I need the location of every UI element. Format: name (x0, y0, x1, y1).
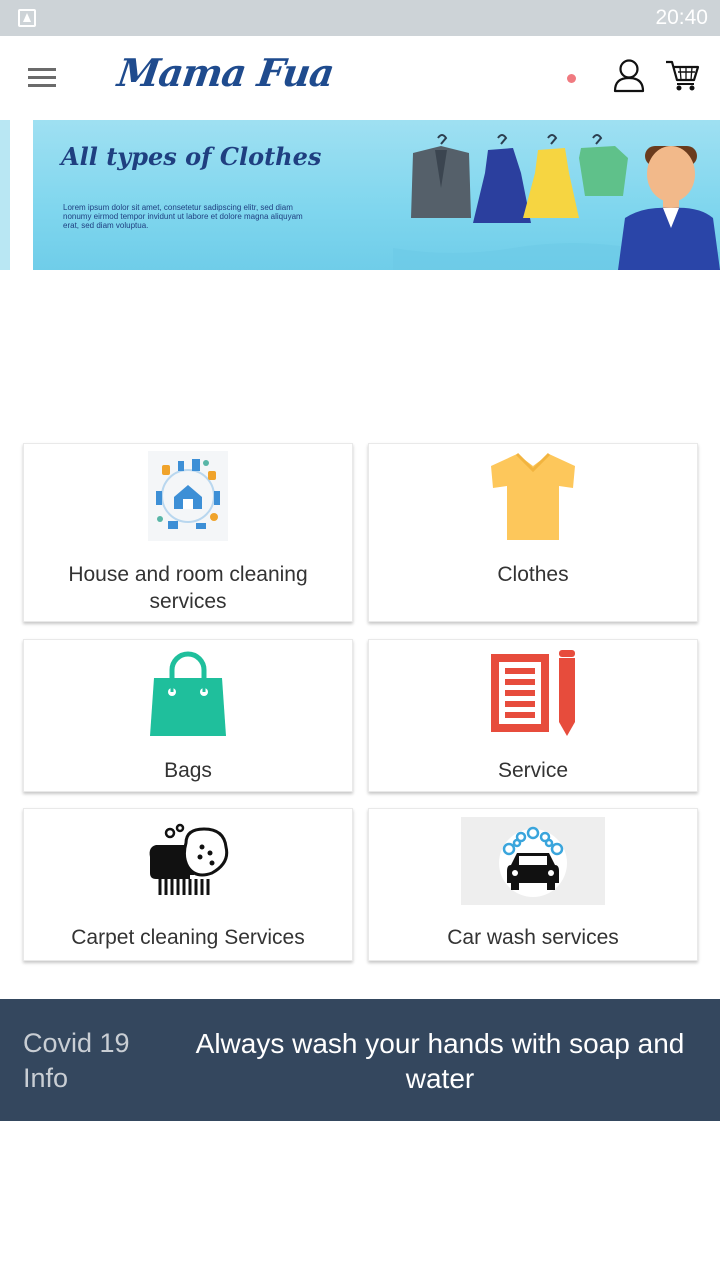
covid-info-title: Covid 19 Info (23, 1028, 130, 1093)
covid-info-banner: Covid 19 Info Always wash your hands wit… (0, 999, 720, 1121)
document-pencil-icon (491, 650, 575, 736)
banner-body-text: Lorem ipsum dolor sit amet, consetetur s… (63, 203, 303, 230)
promo-banner[interactable]: All types of Clothes Lorem ipsum dolor s… (0, 120, 720, 270)
car-wash-icon (461, 817, 605, 905)
service-card-label: Bags (164, 759, 212, 782)
app-header: Mama Fua (0, 36, 720, 120)
status-time: 20:40 (655, 6, 708, 29)
service-card-label: Clothes (497, 563, 569, 586)
service-card-label: Car wash services (447, 926, 619, 949)
status-bar: 20:40 (0, 0, 720, 36)
service-card-carpet-cleaning[interactable]: Carpet cleaning Services (23, 808, 353, 961)
clothes-rack-illustration (393, 134, 720, 270)
hamburger-menu-icon[interactable] (28, 68, 56, 88)
service-card-service[interactable]: Service (368, 639, 698, 792)
shopping-bag-icon (150, 651, 226, 736)
user-profile-icon[interactable] (612, 58, 646, 94)
banner-previous-slide (0, 120, 10, 270)
service-card-house-cleaning[interactable]: House and room cleaning services (23, 443, 353, 622)
service-card-clothes[interactable]: Clothes (368, 443, 698, 622)
service-card-car-wash[interactable]: Car wash services (368, 808, 698, 961)
shopping-cart-icon[interactable] (664, 58, 700, 92)
service-card-label: Service (497, 759, 569, 782)
covid-info-message: Always wash your hands with soap and wat… (195, 1028, 685, 1094)
app-notification-icon (18, 9, 36, 27)
carpet-cleaning-icon (149, 823, 229, 895)
brand-logo: Mama Fua (114, 50, 337, 95)
service-card-label: House and room cleaning services (68, 563, 308, 613)
service-card-label: Carpet cleaning Services (71, 926, 305, 949)
notification-dot (567, 74, 576, 83)
banner-slide: All types of Clothes Lorem ipsum dolor s… (33, 120, 720, 270)
house-cleaning-icon (148, 451, 228, 541)
tshirt-icon (491, 452, 575, 540)
banner-title: All types of Clothes (61, 142, 322, 171)
service-card-bags[interactable]: Bags (23, 639, 353, 792)
